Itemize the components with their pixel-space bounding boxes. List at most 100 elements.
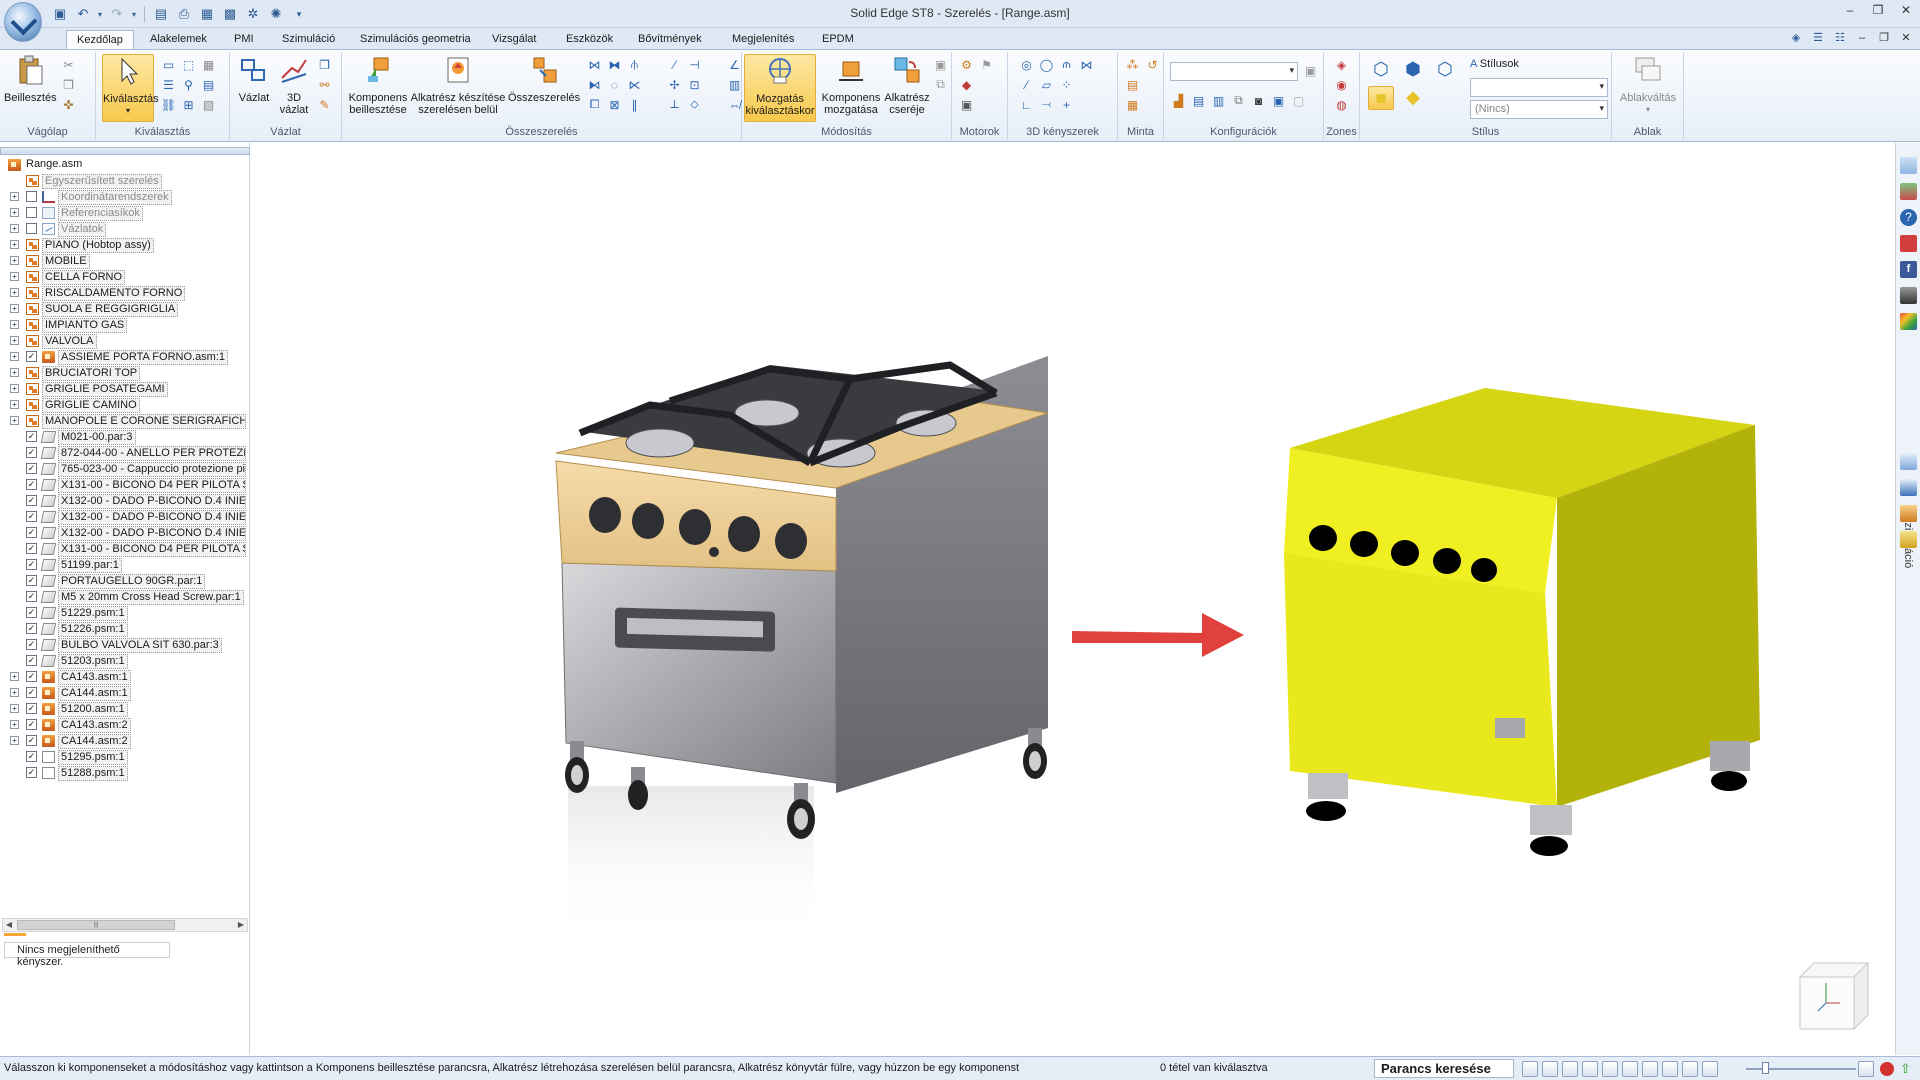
dropdown-arrow-icon[interactable] [646, 76, 652, 93]
visibility-checkbox[interactable]: ✓ [26, 703, 37, 714]
cam-icon[interactable]: ◌ [606, 76, 623, 93]
flash-fit-icon[interactable]: ▥ [726, 76, 743, 93]
visibility-checkbox[interactable]: ✓ [26, 511, 37, 522]
tab-epdm[interactable]: EPDM [812, 30, 864, 50]
tree-row[interactable]: Range.asm [0, 157, 248, 173]
sketch-link-icon[interactable]: ⚯ [316, 76, 333, 93]
constraint-plane-icon[interactable]: ▱ [1038, 76, 1055, 93]
expand-icon[interactable]: + [10, 704, 19, 713]
sketch-3d-button[interactable]: 3D vázlat [276, 54, 312, 116]
mirror-icon[interactable]: ↺ [1144, 56, 1161, 73]
mate-icon[interactable]: ⋈ [586, 56, 603, 73]
tree-row[interactable]: ✓ 51295.psm:1 [0, 749, 248, 765]
config-layers-icon[interactable]: ⧉ [1230, 92, 1247, 109]
tangent-icon[interactable]: ⧑ [586, 76, 603, 93]
visibility-checkbox[interactable] [26, 223, 37, 234]
expand-icon[interactable]: + [10, 288, 19, 297]
match-cs-icon[interactable]: ✢ [666, 76, 683, 93]
tree-row[interactable]: + Vázlatok [0, 221, 248, 237]
replace-part-button[interactable]: Alkatrész cseréje [884, 54, 930, 116]
tab-pmi[interactable]: PMI [224, 30, 264, 50]
record-icon[interactable] [1880, 1062, 1894, 1076]
motor-icon[interactable]: ⚙ [958, 56, 975, 73]
select-grid-icon[interactable]: ▦ [200, 56, 217, 73]
tree-row[interactable]: + ✓ ASSIEME PORTA FORNO.asm:1 [0, 349, 248, 365]
tree-row[interactable]: + Referenciasíkok [0, 205, 248, 221]
library-icon[interactable] [1900, 183, 1917, 200]
dropdown-arrow-icon[interactable] [706, 76, 712, 93]
select-link-icon[interactable]: ⛓ [160, 96, 177, 113]
zoom-slider-thumb[interactable] [1762, 1062, 1769, 1074]
horizontal-scrollbar[interactable]: ◀ ||| ▶ [2, 918, 248, 932]
move-on-select-button[interactable]: Mozgatás kiválasztáskor [744, 54, 816, 122]
expand-icon[interactable]: + [10, 192, 19, 201]
scroll-right-icon[interactable]: ▶ [235, 919, 247, 931]
scroll-thumb[interactable]: ||| [17, 920, 175, 930]
tree-row[interactable]: + MANOPOLE E CORONE SERIGRAFICHE [0, 413, 248, 429]
select-button[interactable]: Kiválasztás ▾ [102, 54, 159, 122]
tree-row[interactable]: ✓ 765-023-00 - Cappuccio protezione piezo [0, 461, 248, 477]
tab-kezdolap[interactable]: Kezdőlap [66, 30, 134, 50]
tab-alakelemek[interactable]: Alakelemek [140, 30, 217, 50]
news-icon[interactable] [1900, 287, 1917, 304]
restore-doc-icon[interactable]: ❐ [1876, 30, 1892, 46]
zoom-icon[interactable] [1562, 1061, 1578, 1077]
expand-icon[interactable]: + [10, 272, 19, 281]
constraint-angle-icon[interactable]: ∟ [1018, 96, 1035, 113]
modify-tool2-icon[interactable]: ⧉ [932, 76, 949, 93]
rigid-set-icon[interactable]: ⧠ [586, 96, 603, 113]
assemble-button[interactable]: Összeszerelés [508, 54, 580, 104]
tree-row[interactable]: ✓ X132-00 - DADO P-BICONO D.4 INIETTORE [0, 493, 248, 509]
config-display-icon[interactable]: ▥ [1210, 92, 1227, 109]
sketch-pencil-icon[interactable]: ✎ [316, 96, 333, 113]
fit-icon[interactable] [1582, 1061, 1598, 1077]
help-panel-icon[interactable] [1900, 531, 1917, 548]
tree-row[interactable]: ✓ M021-00.par:3 [0, 429, 248, 445]
constraint-line-icon[interactable]: ⁄ [1018, 76, 1035, 93]
visibility-checkbox[interactable]: ✓ [26, 447, 37, 458]
dimetric-view-icon[interactable]: ⬢ [1400, 58, 1426, 80]
create-part-in-place-button[interactable]: Alkatrész készítése szerelésen belül [410, 54, 506, 116]
tree-row[interactable]: + VALVOLA [0, 333, 248, 349]
trimetric-view-icon[interactable]: ⬡ [1432, 58, 1458, 80]
tree-row[interactable]: + SUOLA E REGGIGRIGLIA [0, 301, 248, 317]
expand-icon[interactable]: + [10, 384, 19, 393]
select-pick-icon[interactable]: ⊞ [180, 96, 197, 113]
expand-icon[interactable]: + [10, 208, 19, 217]
tree-row[interactable]: ✓ PORTAUGELLO 90GR.par:1 [0, 573, 248, 589]
constraint-concentric-icon[interactable]: ◎ [1018, 56, 1035, 73]
expand-icon[interactable]: + [10, 320, 19, 329]
insert-line-icon[interactable]: ⁄ [666, 56, 683, 73]
motor-simulate-icon[interactable]: ⚑ [978, 56, 995, 73]
tree-row[interactable]: + ✓ CA143.asm:2 [0, 717, 248, 733]
config-show-icon[interactable]: ▟ [1170, 92, 1187, 109]
cut-icon[interactable]: ✂ [60, 56, 77, 73]
expand-icon[interactable]: + [10, 368, 19, 377]
style-value-select[interactable]: (Nincs) [1470, 100, 1608, 119]
zoom-out-icon[interactable] [1702, 1061, 1718, 1077]
motor-record-icon[interactable]: ▣ [958, 96, 975, 113]
sketch-button[interactable]: Vázlat [234, 54, 274, 104]
planar-align-icon[interactable]: ⧓ [606, 56, 623, 73]
connect-icon[interactable]: ⊣ [686, 56, 703, 73]
visibility-checkbox[interactable]: ✓ [26, 735, 37, 746]
sketch-view-icon[interactable] [1642, 1061, 1658, 1077]
close-icon[interactable]: ✕ [1898, 4, 1914, 18]
rotate-view-icon[interactable] [1522, 1061, 1538, 1077]
visibility-checkbox[interactable]: ✓ [26, 607, 37, 618]
tree-row[interactable]: + MOBILE [0, 253, 248, 269]
config-hide-icon[interactable]: ▤ [1190, 92, 1207, 109]
iso-view-icon[interactable]: ⬡ [1368, 58, 1394, 80]
select-filter-icon[interactable]: ▭ [160, 56, 177, 73]
tile-windows-icon[interactable]: ☰ [1810, 30, 1826, 46]
expand-icon[interactable]: + [10, 400, 19, 409]
expand-icon[interactable]: + [10, 720, 19, 729]
axial-align-icon[interactable]: ⫛ [626, 56, 643, 73]
tree-row[interactable]: ✓ 51226.psm:1 [0, 621, 248, 637]
tab-szimulacios-geometria[interactable]: Szimulációs geometria [350, 30, 481, 50]
expand-icon[interactable]: + [10, 352, 19, 361]
tree-row[interactable]: + ✓ 51200.asm:1 [0, 701, 248, 717]
pattern-icon[interactable]: ⁂ [1124, 56, 1141, 73]
tab-vizsgalat[interactable]: Vizsgálat [482, 30, 546, 50]
youtube-icon[interactable] [1900, 235, 1917, 252]
